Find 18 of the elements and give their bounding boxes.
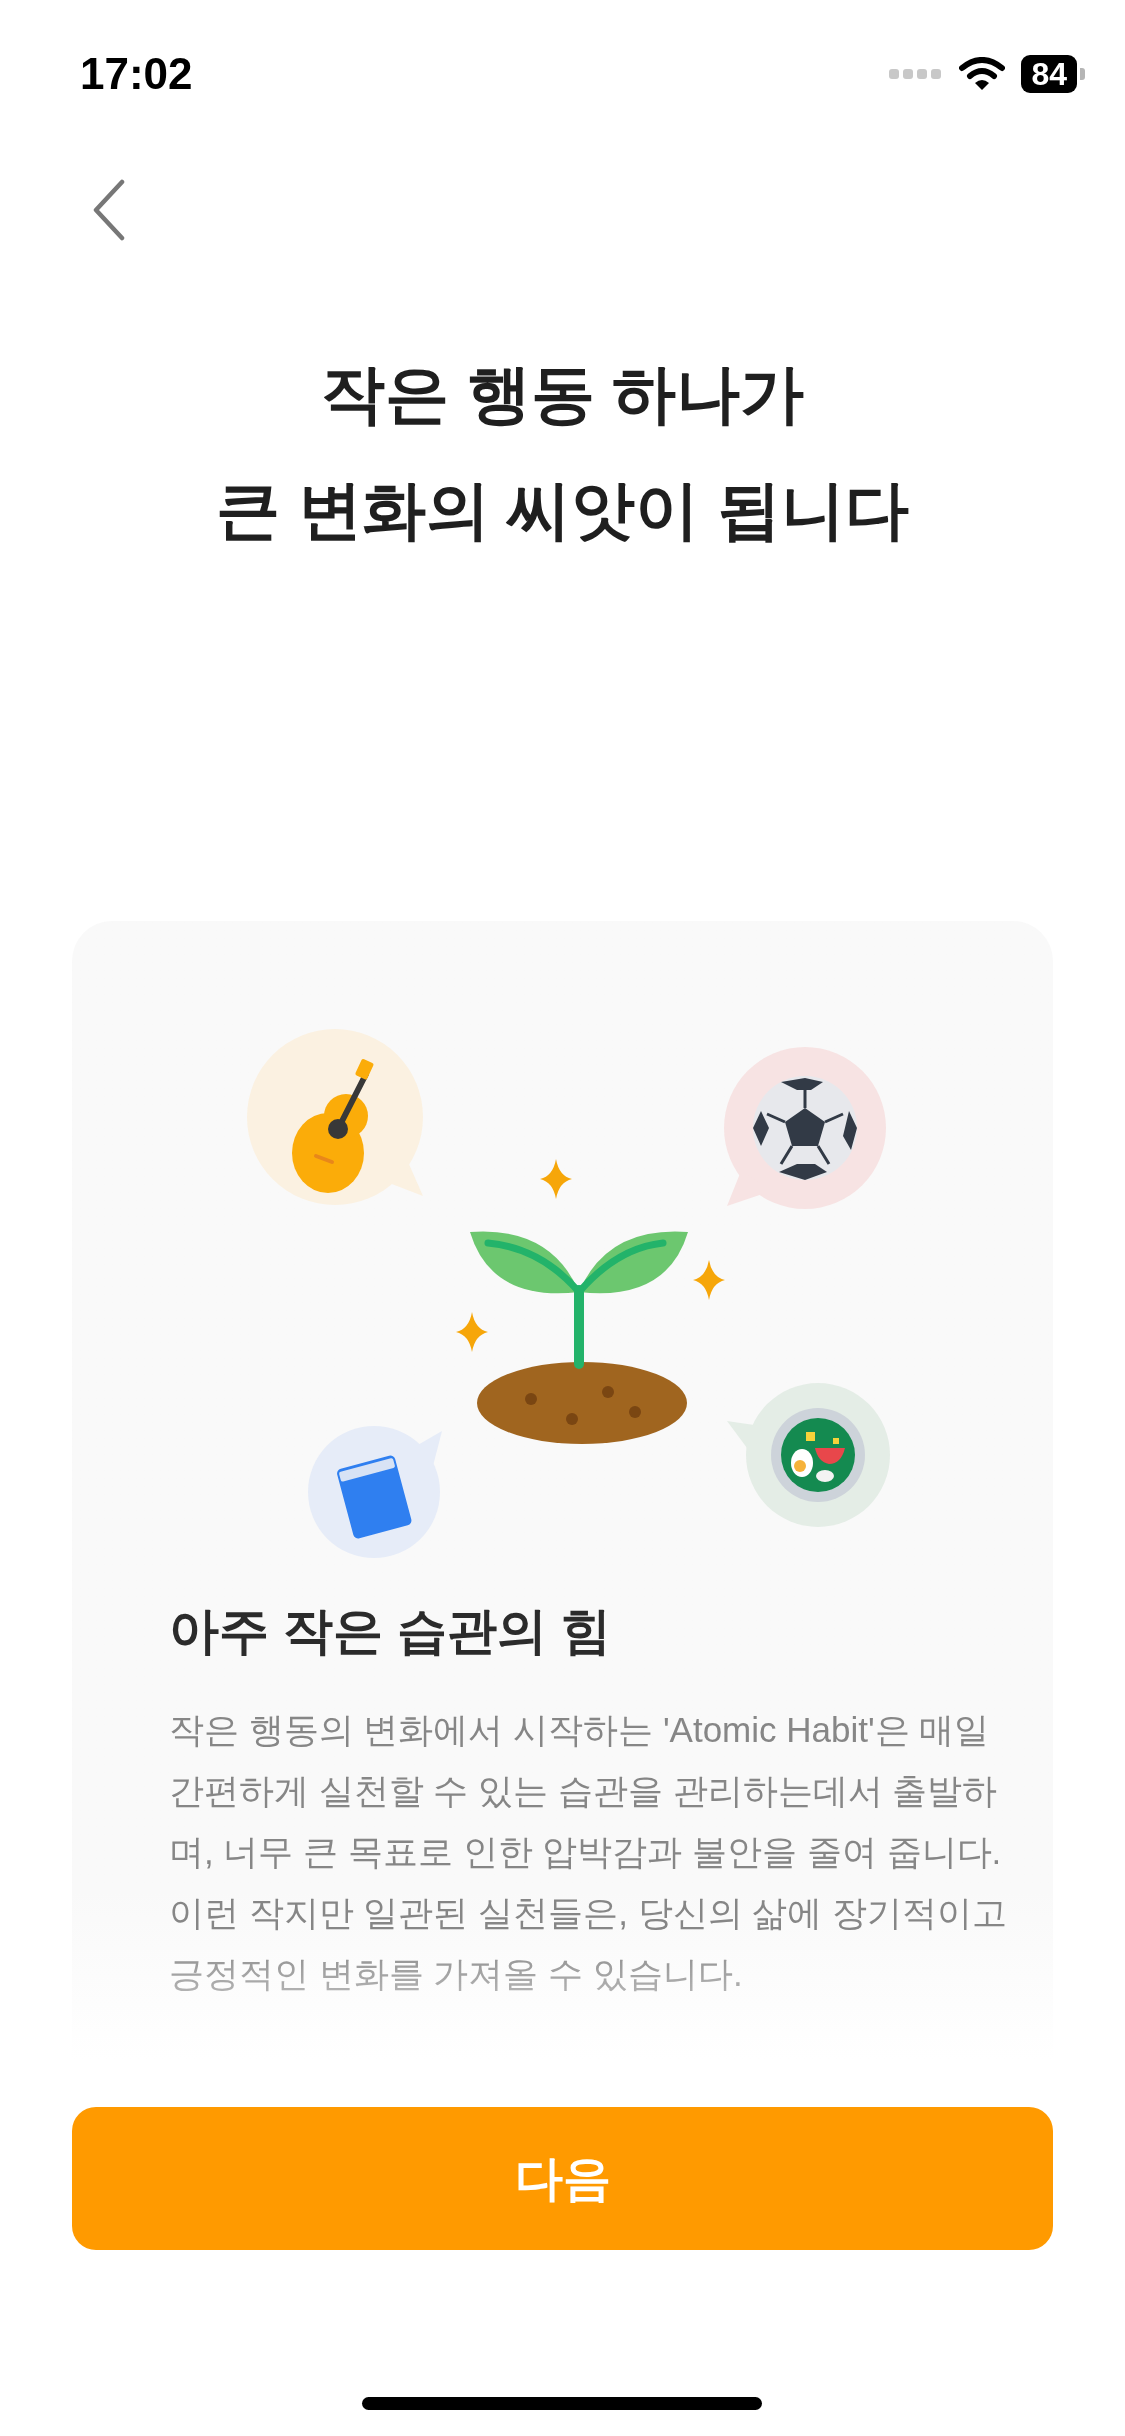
book-bubble-icon: [307, 1426, 442, 1558]
card-description: 작은 행동의 변화에서 시작하는 'Atomic Habit'은 매일 간편하게 실천할 수 있는 습관을 관리하는데서 출발하며, 너무 큰 목표로 인한 압박감과 불안을 줄여 줍니다. 이런 작지만 일관된 실천들은, 당신의 삶에 장기적이고 긍정적인 변화를 가져올 수 있습니다.: [169, 1709, 1009, 1995]
status-time: 17:02: [80, 48, 193, 100]
salad-bowl-bubble-icon: [726, 1383, 890, 1527]
guitar-bubble-icon: [246, 1029, 423, 1205]
battery-cap-icon: [1080, 68, 1085, 80]
signal-icon: [889, 68, 944, 80]
sparkle-icon: [692, 1260, 725, 1300]
back-chevron-icon: [92, 179, 126, 241]
title-line: 작은 행동 하나가: [320, 357, 805, 432]
next-button[interactable]: 다음: [72, 2107, 1053, 2250]
card-heading: 아주 작은 습관의 힘: [169, 1602, 612, 1661]
sparkle-icon: [455, 1312, 488, 1352]
sparkle-icon: [539, 1159, 572, 1199]
soccer-ball-bubble-icon: [723, 1047, 886, 1209]
title-line: 큰 변화의 씨앗이 됩니다: [215, 473, 910, 548]
battery-indicator: 84: [1021, 55, 1077, 93]
wifi-icon: [959, 57, 1006, 91]
